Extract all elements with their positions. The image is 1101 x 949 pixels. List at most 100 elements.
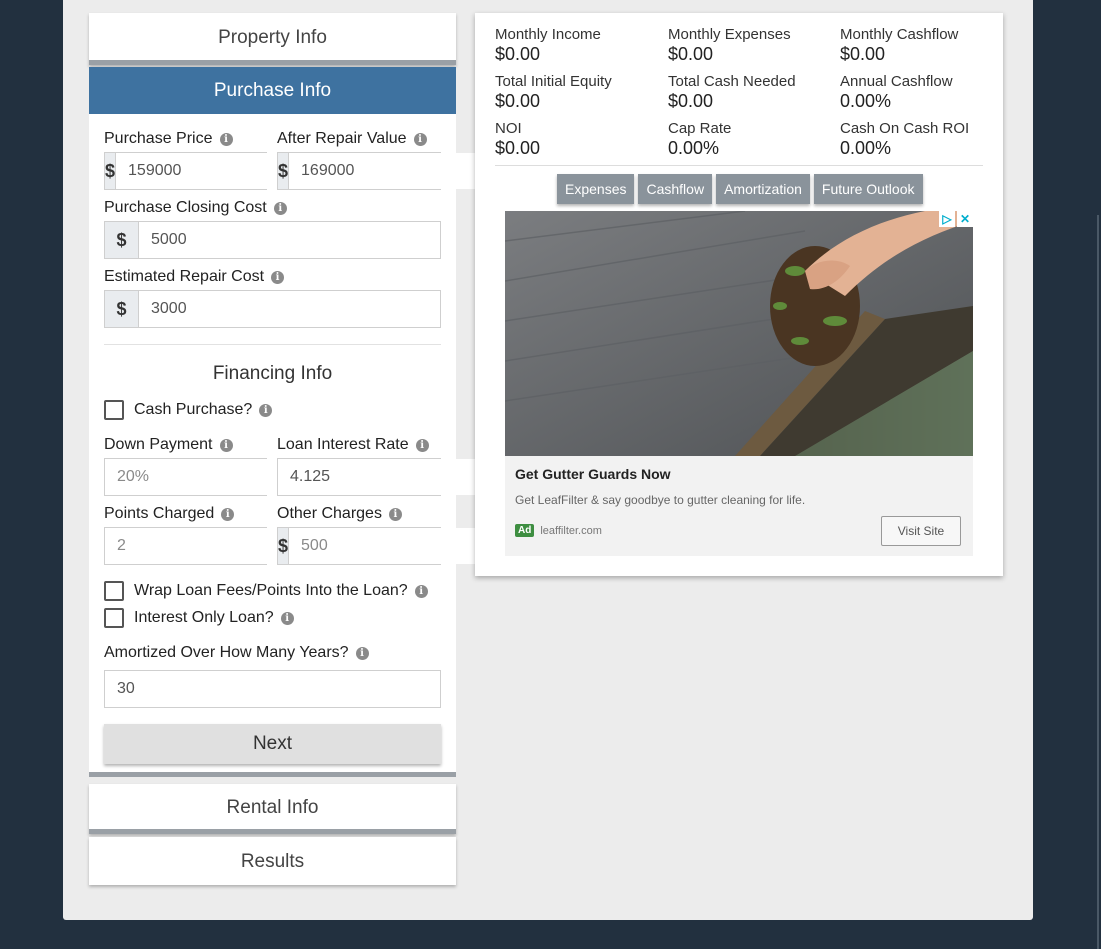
section-rental-info[interactable]: Rental Info [89, 784, 456, 834]
other-charges-label: Other Charges i [277, 505, 402, 523]
stat-value: $0.00 [495, 91, 541, 111]
other-charges-label-text: Other Charges [277, 505, 382, 522]
stat-value: $0.00 [495, 44, 541, 64]
after-repair-value-label: After Repair Value i [277, 130, 427, 148]
dollar-addon: $ [105, 291, 139, 327]
info-icon[interactable]: i [273, 201, 287, 215]
info-icon[interactable]: i [219, 438, 233, 452]
tab-cashflow[interactable]: Cashflow [638, 174, 713, 204]
section-results[interactable]: Results [89, 837, 456, 885]
repair-cost-group: $ [104, 290, 441, 328]
wrap-fees-label: Wrap Loan Fees/Points Into the Loan? i [134, 582, 428, 600]
dollar-addon: $ [105, 222, 139, 258]
section-property-info[interactable]: Property Info [89, 13, 456, 65]
stat-monthly-expenses: Monthly Expenses $0.00 [668, 26, 838, 64]
stat-label: Cash On Cash ROI [840, 120, 970, 137]
dollar-addon: $ [278, 528, 290, 564]
after-repair-value-label-text: After Repair Value [277, 130, 407, 147]
stat-value: 0.00% [840, 138, 892, 158]
tab-future-outlook[interactable]: Future Outlook [813, 174, 923, 204]
ad-choices[interactable]: ▷ ✕ [939, 211, 973, 227]
stat-value: 0.00% [668, 138, 720, 158]
down-payment-label: Down Payment i [104, 436, 233, 454]
cash-purchase-checkbox[interactable] [104, 400, 124, 420]
closing-cost-input[interactable] [139, 222, 440, 258]
ad-close-icon[interactable]: ✕ [957, 211, 973, 227]
stat-total-cash: Total Cash Needed $0.00 [668, 73, 838, 111]
wrap-fees-checkbox[interactable] [104, 581, 124, 601]
points-charged-group [104, 527, 336, 565]
interest-only-checkbox[interactable] [104, 608, 124, 628]
cash-purchase-label: Cash Purchase? i [134, 401, 273, 419]
financing-info-title: Financing Info [212, 363, 333, 384]
amortized-input[interactable] [105, 671, 440, 707]
stat-label: NOI [495, 120, 522, 137]
stat-coc-roi: Cash On Cash ROI 0.00% [840, 120, 1010, 158]
stat-monthly-cashflow: Monthly Cashflow $0.00 [840, 26, 1010, 64]
ad-image[interactable]: ▷ ✕ [505, 211, 973, 456]
info-icon[interactable]: i [355, 646, 369, 660]
purchase-price-group: $ [104, 152, 348, 190]
interest-only-label: Interest Only Loan? i [134, 609, 294, 627]
down-payment-label-text: Down Payment [104, 436, 213, 453]
repair-cost-label-text: Estimated Repair Cost [104, 268, 265, 285]
repair-cost-label: Estimated Repair Cost i [104, 268, 285, 286]
purchase-price-label-text: Purchase Price [104, 130, 213, 147]
next-button[interactable]: Next [104, 724, 441, 764]
divider [104, 344, 441, 345]
info-icon[interactable]: i [388, 507, 402, 521]
section-underline [89, 829, 456, 834]
closing-cost-label-text: Purchase Closing Cost [104, 199, 267, 216]
info-icon[interactable]: i [259, 403, 273, 417]
dollar-addon: $ [105, 153, 117, 189]
stat-noi: NOI $0.00 [495, 120, 665, 158]
stat-label: Annual Cashflow [840, 73, 953, 90]
stat-value: $0.00 [668, 44, 714, 64]
stat-cap-rate: Cap Rate 0.00% [668, 120, 838, 158]
ad-attribution: Ad leaffilter.com [515, 524, 602, 537]
repair-cost-input[interactable] [139, 291, 440, 327]
section-purchase-info[interactable]: Purchase Info [89, 67, 456, 114]
amortized-group [104, 670, 441, 708]
results-tabs: Expenses Cashflow Amortization Future Ou… [557, 174, 923, 204]
ad-domain: leaffilter.com [540, 524, 602, 537]
advertisement[interactable]: ▷ ✕ Get Gutter Guards Now Get LeafFilter… [505, 211, 973, 556]
visit-site-button[interactable]: Visit Site [881, 516, 961, 546]
stat-monthly-income: Monthly Income $0.00 [495, 26, 665, 64]
dollar-addon: $ [278, 153, 290, 189]
tab-expenses[interactable]: Expenses [557, 174, 635, 204]
info-icon[interactable]: i [415, 438, 429, 452]
points-charged-label-text: Points Charged [104, 505, 215, 522]
section-property-info-label: Property Info [218, 27, 327, 48]
other-charges-group: $ [277, 527, 521, 565]
cash-purchase-label-text: Cash Purchase? [134, 401, 253, 418]
stat-label: Total Initial Equity [495, 73, 612, 90]
amortized-label-text: Amortized Over How Many Years? [104, 644, 349, 661]
after-repair-value-group: $ [277, 152, 521, 190]
stat-label: Total Cash Needed [668, 73, 796, 90]
tab-amortization[interactable]: Amortization [716, 174, 810, 204]
info-icon[interactable]: i [221, 507, 235, 521]
closing-cost-label: Purchase Closing Cost i [104, 199, 287, 217]
interest-rate-label-text: Loan Interest Rate [277, 436, 409, 453]
info-icon[interactable]: i [219, 132, 233, 146]
down-payment-group: % [104, 458, 354, 496]
stat-label: Monthly Expenses [668, 26, 791, 43]
purchase-price-label: Purchase Price i [104, 130, 233, 148]
stat-value: $0.00 [840, 44, 886, 64]
section-rental-info-label: Rental Info [226, 797, 319, 818]
ad-headline[interactable]: Get Gutter Guards Now [515, 466, 671, 482]
stat-label: Cap Rate [668, 120, 732, 137]
info-icon[interactable]: i [414, 584, 428, 598]
interest-rate-label: Loan Interest Rate i [277, 436, 429, 454]
stat-label: Monthly Income [495, 26, 601, 43]
ad-choices-icon[interactable]: ▷ [939, 211, 955, 227]
points-charged-label: Points Charged i [104, 505, 235, 523]
stat-value: $0.00 [495, 138, 541, 158]
section-results-label: Results [240, 851, 305, 872]
info-icon[interactable]: i [280, 611, 294, 625]
section-underline [89, 60, 456, 65]
info-icon[interactable]: i [413, 132, 427, 146]
info-icon[interactable]: i [271, 270, 285, 284]
scrollbar-track[interactable] [1097, 215, 1099, 949]
